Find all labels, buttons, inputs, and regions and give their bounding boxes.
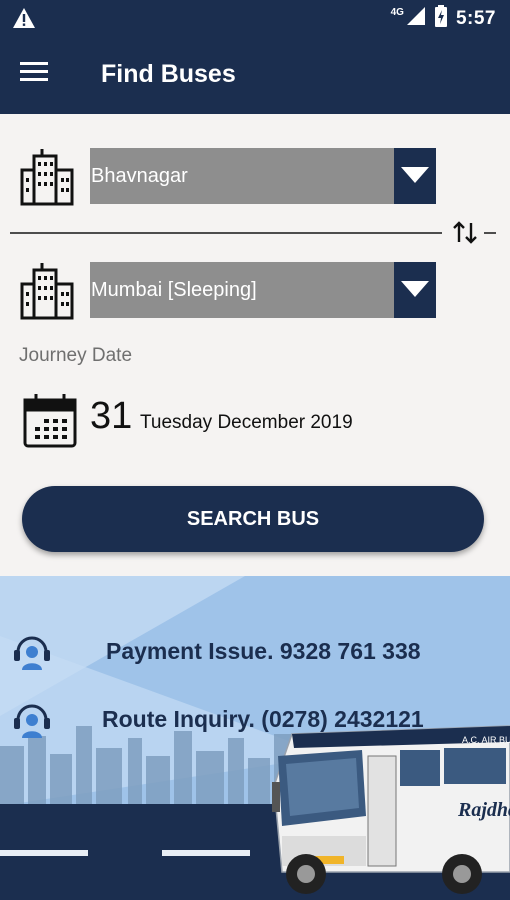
date-day[interactable]: 31: [90, 395, 132, 438]
headset-support-icon: [12, 632, 52, 679]
payment-issue-text: Payment Issue. 9328 761 338: [106, 638, 421, 664]
network-type: 4G: [390, 7, 404, 18]
city-building-icon: [20, 148, 76, 211]
to-city-row: Mumbai [Sleeping]: [20, 262, 440, 320]
search-bus-button[interactable]: SEARCH BUS: [22, 486, 484, 552]
swap-icon[interactable]: [452, 220, 478, 251]
menu-icon[interactable]: [20, 60, 56, 92]
bus-ac-label: A.C. AIR BUS: [462, 735, 510, 745]
bus-brand-text: Rajdha: [457, 799, 510, 821]
headset-support-icon: [12, 700, 52, 747]
from-city-row: Bhavnagar: [20, 148, 440, 206]
chevron-down-icon[interactable]: [394, 148, 436, 204]
divider-end: [484, 232, 496, 234]
date-text[interactable]: Tuesday December 2019: [140, 412, 353, 434]
page-title: Find Buses: [101, 60, 236, 88]
app-bar: Find Buses: [0, 36, 510, 114]
warning-icon: [12, 7, 36, 34]
chevron-down-icon[interactable]: [394, 262, 436, 318]
from-city-value: Bhavnagar: [91, 165, 188, 187]
city-building-icon: [20, 262, 76, 325]
journey-date-label: Journey Date: [19, 345, 133, 366]
to-city-value: Mumbai [Sleeping]: [91, 279, 257, 301]
status-bar: 4G 5:57: [0, 0, 510, 36]
status-icons: 4G 5:57: [391, 5, 496, 32]
bus-illustration: A.C. AIR BUS Rajdha: [252, 716, 510, 900]
calendar-icon[interactable]: [22, 393, 78, 454]
divider: [10, 232, 442, 234]
battery-icon: [434, 5, 448, 32]
to-city-select[interactable]: Mumbai [Sleeping]: [90, 262, 436, 318]
signal-icon: [406, 6, 426, 31]
from-city-select[interactable]: Bhavnagar: [90, 148, 436, 204]
support-banner: Payment Issue. 9328 761 338 Route Inquir…: [0, 576, 510, 900]
status-time: 5:57: [455, 7, 496, 29]
